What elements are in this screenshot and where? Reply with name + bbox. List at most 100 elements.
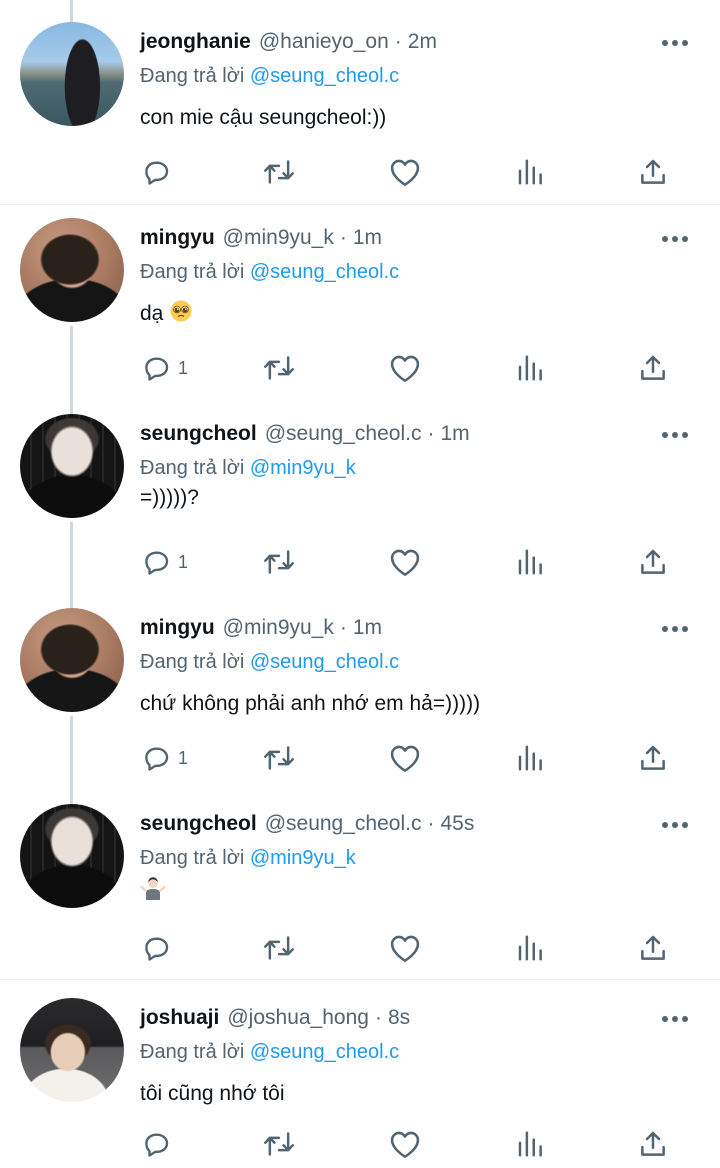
like-icon [390,159,420,186]
reply-icon [145,161,169,185]
replying-to-label: Đang trả lời [140,847,245,869]
reply-count: 1 [178,747,189,768]
retweet-button[interactable] [262,1126,296,1162]
avatar[interactable] [20,414,124,518]
reply-button[interactable]: 1 [142,350,188,386]
tweet[interactable]: mingyu @min9yu_k · 1m Đang trả lời @seun… [0,196,720,392]
retweet-button[interactable] [262,154,296,190]
reply-button[interactable]: 1 [142,544,188,580]
tweet-text-content: dạ [140,302,164,325]
mention-link[interactable]: @min9yu_k [250,847,356,869]
avatar[interactable] [20,22,124,126]
mention-link[interactable]: @seung_cheol.c [250,1041,399,1063]
reply-button[interactable] [142,154,178,190]
user-handle[interactable]: @hanieyo_on [259,30,389,54]
reply-icon [145,551,169,575]
display-name[interactable]: seungcheol [140,422,257,446]
like-button[interactable] [389,154,421,190]
views-button[interactable] [515,1126,545,1162]
tweet-text [140,875,700,905]
user-handle[interactable]: @min9yu_k [223,226,334,250]
person-shrugging-emoji [140,877,166,900]
tweet[interactable]: mingyu @min9yu_k · 1m Đang trả lời @seun… [0,586,720,782]
reply-button[interactable] [142,930,178,966]
share-button[interactable] [638,350,668,386]
avatar[interactable] [20,608,124,712]
retweet-button[interactable] [262,544,296,580]
tweet[interactable]: jeonghanie @hanieyo_on · 2m Đang trả lời… [0,0,720,205]
views-icon [518,935,542,961]
avatar[interactable] [20,998,124,1102]
user-handle[interactable]: @seung_cheol.c [265,812,422,836]
share-icon [641,745,665,770]
replying-to-label: Đang trả lời [140,65,245,87]
timestamp[interactable]: 1m [353,226,382,250]
views-button[interactable] [515,544,545,580]
tweet-text: tôi cũng nhớ tôi [140,1082,285,1105]
separator: · [374,1006,382,1029]
mention-link[interactable]: @seung_cheol.c [250,651,399,673]
views-icon [518,355,542,381]
avatar[interactable] [20,804,124,908]
replying-to-label: Đang trả lời [140,1041,245,1063]
user-handle[interactable]: @joshua_hong [227,1006,369,1030]
replying-to: Đang trả lời @min9yu_k [140,843,700,873]
like-button[interactable] [389,350,421,386]
timestamp[interactable]: 2m [408,30,437,54]
like-button[interactable] [389,1126,421,1162]
avatar[interactable] [20,218,124,322]
timestamp[interactable]: 1m [440,422,469,446]
retweet-icon [264,160,294,184]
like-button[interactable] [389,544,421,580]
mention-link[interactable]: @min9yu_k [250,457,356,479]
reply-button[interactable] [142,1126,178,1162]
timestamp[interactable]: 8s [388,1006,410,1030]
like-icon [390,355,420,382]
views-button[interactable] [515,350,545,386]
separator: · [427,812,435,835]
views-icon [518,1131,542,1157]
share-button[interactable] [638,740,668,776]
retweet-button[interactable] [262,930,296,966]
separator: · [339,226,347,249]
pleading-face-emoji [170,300,192,322]
tweet-text: dạ [140,299,700,329]
views-button[interactable] [515,740,545,776]
display-name[interactable]: jeonghanie [140,30,251,54]
replying-to: Đang trả lời @min9yu_k [140,453,700,483]
retweet-button[interactable] [262,740,296,776]
replying-to: Đang trả lời @seung_cheol.c [140,257,700,287]
share-icon [641,159,665,184]
like-icon [390,935,420,962]
timestamp[interactable]: 45s [440,812,474,836]
retweet-button[interactable] [262,350,296,386]
display-name[interactable]: joshuaji [140,1006,219,1030]
tweet[interactable]: seungcheol @seung_cheol.c · 1m Đang trả … [0,392,720,586]
user-handle[interactable]: @seung_cheol.c [265,422,422,446]
tweet[interactable]: joshuaji @joshua_hong · 8s Đang trả lời … [0,976,720,1168]
separator: · [339,616,347,639]
timestamp[interactable]: 1m [353,616,382,640]
like-button[interactable] [389,740,421,776]
reply-button[interactable]: 1 [142,740,188,776]
mention-link[interactable]: @seung_cheol.c [250,65,399,87]
replying-to-label: Đang trả lời [140,651,245,673]
share-button[interactable] [638,1126,668,1162]
tweet[interactable]: seungcheol @seung_cheol.c · 45s Đang trả… [0,782,720,980]
user-handle[interactable]: @min9yu_k [223,616,334,640]
display-name[interactable]: mingyu [140,616,215,640]
views-icon [518,549,542,575]
share-button[interactable] [638,930,668,966]
mention-link[interactable]: @seung_cheol.c [250,261,399,283]
views-button[interactable] [515,154,545,190]
replying-to-label: Đang trả lời [140,457,245,479]
retweet-icon [264,936,294,960]
share-button[interactable] [638,544,668,580]
display-name[interactable]: seungcheol [140,812,257,836]
views-button[interactable] [515,930,545,966]
like-button[interactable] [389,930,421,966]
display-name[interactable]: mingyu [140,226,215,250]
share-button[interactable] [638,154,668,190]
share-icon [641,935,665,960]
tweet-text: con mie cậu seungcheol:)) [140,106,387,129]
